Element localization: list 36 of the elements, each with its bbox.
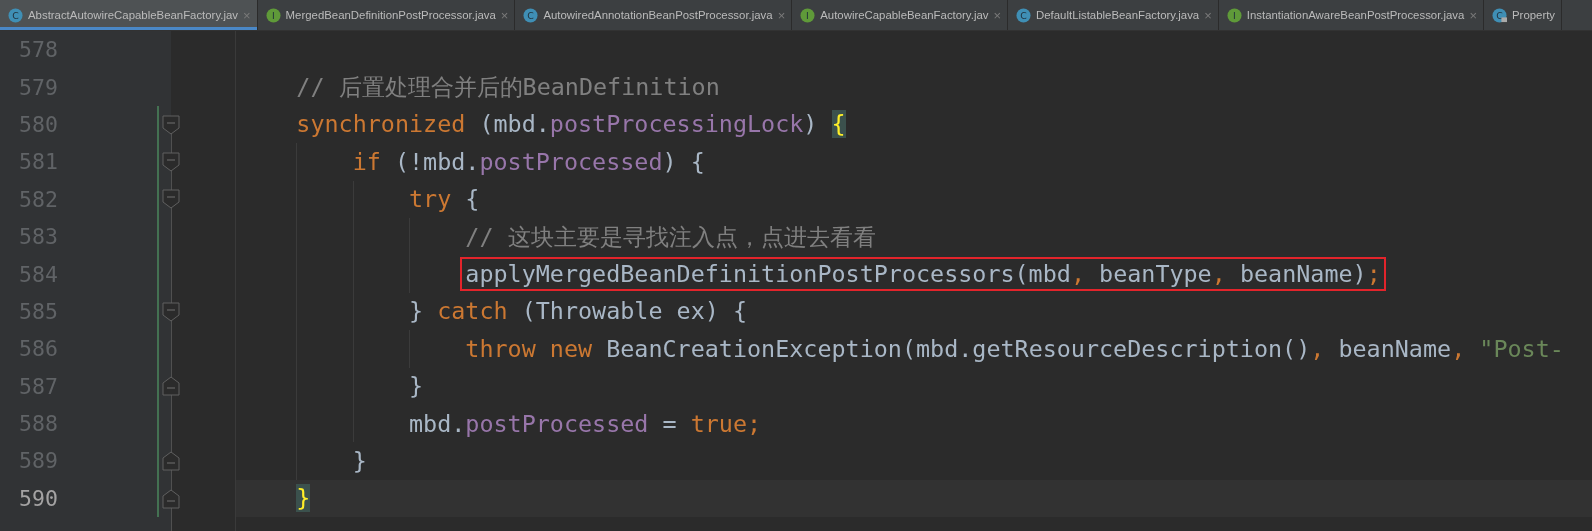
- close-icon[interactable]: ×: [1469, 7, 1477, 23]
- editor-tab[interactable]: C AutowiredAnnotationBeanPostProcessor.java ×: [515, 0, 793, 30]
- line-number: 590: [19, 485, 58, 511]
- fold-marker-icon[interactable]: [162, 451, 180, 472]
- close-icon[interactable]: ×: [777, 7, 786, 23]
- fold-marker-icon[interactable]: [162, 301, 180, 322]
- close-icon[interactable]: ×: [500, 7, 509, 23]
- code-line: try {: [408, 184, 481, 216]
- code-line: throw new BeanCreationException(mbd.getResourceDescription(), beanName, "Post-: [464, 333, 1565, 365]
- code-line: }: [351, 446, 368, 477]
- fold-marker-icon[interactable]: [162, 376, 180, 397]
- editor-tab[interactable]: I InstantiationAwareBeanPostProcessor.java ×: [1218, 0, 1484, 30]
- code-line: // 后置处理合并后的BeanDefinition: [295, 72, 721, 104]
- interface-icon: I: [1226, 7, 1242, 23]
- interface-icon: I: [265, 7, 281, 23]
- editor-tab[interactable]: C DefaultListableBeanFactory.java ×: [1008, 0, 1219, 30]
- code-line: } catch (Throwable ex) {: [408, 296, 748, 328]
- editor-tab[interactable]: C Property: [1484, 0, 1563, 30]
- code-line: // 这块主要是寻找注入点，点进去看看: [464, 221, 877, 253]
- code-line: if (!mbd.postProcessed) {: [351, 146, 706, 178]
- interface-icon: I: [800, 7, 816, 23]
- editor-tab[interactable]: I AutowireCapableBeanFactory.jav ×: [792, 0, 1009, 30]
- code-line: }: [408, 371, 425, 403]
- editor-tab[interactable]: I MergedBeanDefinitionPostProcessor.java ×: [257, 0, 516, 30]
- fold-marker-icon[interactable]: [162, 189, 180, 210]
- class-icon: C: [1492, 7, 1507, 23]
- fold-marker-icon[interactable]: [162, 114, 180, 135]
- class-icon: C: [523, 7, 539, 23]
- code-line: mbd.postProcessed = true;: [408, 408, 763, 440]
- code-line: synchronized (mbd.postProcessingLock) {: [295, 109, 847, 141]
- fold-marker-icon[interactable]: [162, 151, 180, 172]
- class-icon: C: [8, 7, 23, 23]
- close-icon[interactable]: ×: [993, 7, 1002, 23]
- class-icon: C: [1016, 7, 1032, 23]
- close-icon[interactable]: ×: [1204, 7, 1212, 23]
- editor-tab[interactable]: C AbstractAutowireCapableBeanFactory.jav ×: [0, 0, 258, 30]
